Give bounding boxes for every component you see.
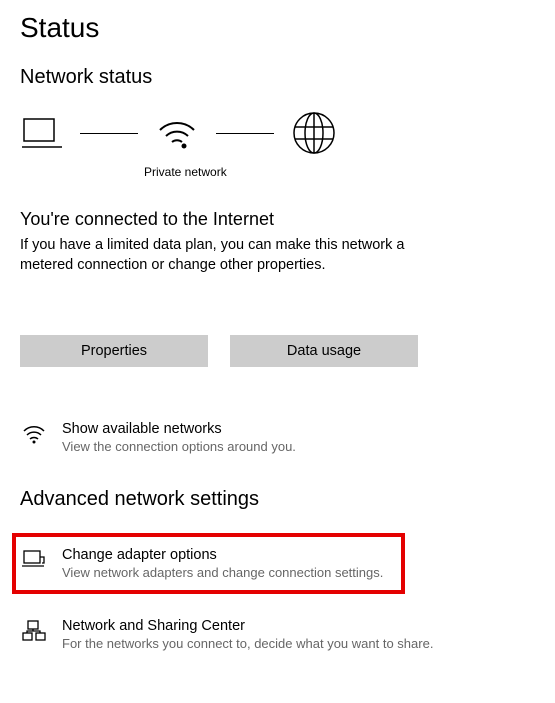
properties-button[interactable]: Properties xyxy=(20,335,208,367)
highlight-box: Change adapter options View network adap… xyxy=(12,533,405,594)
network-status-graphic xyxy=(20,111,535,155)
network-sharing-center[interactable]: Network and Sharing Center For the netwo… xyxy=(20,612,535,657)
wifi-small-icon xyxy=(22,421,46,445)
page-title: Status xyxy=(20,12,535,44)
connection-status-body: If you have a limited data plan, you can… xyxy=(20,236,460,275)
change-adapter-title: Change adapter options xyxy=(62,547,399,563)
sharing-center-desc: For the networks you connect to, decide … xyxy=(62,636,533,651)
show-networks-title: Show available networks xyxy=(62,421,533,437)
advanced-settings-heading: Advanced network settings xyxy=(20,488,535,511)
network-status-heading: Network status xyxy=(20,66,535,89)
data-usage-button[interactable]: Data usage xyxy=(230,335,418,367)
sharing-center-icon xyxy=(22,618,46,642)
sharing-center-title: Network and Sharing Center xyxy=(62,618,533,634)
show-networks-desc: View the connection options around you. xyxy=(62,439,533,454)
button-row: Properties Data usage xyxy=(20,335,535,367)
change-adapter-options[interactable]: Change adapter options View network adap… xyxy=(16,541,401,586)
show-available-networks[interactable]: Show available networks View the connect… xyxy=(20,415,535,460)
change-adapter-desc: View network adapters and change connect… xyxy=(62,565,399,580)
computer-icon xyxy=(22,117,62,149)
connection-line xyxy=(216,133,274,134)
connection-line xyxy=(80,133,138,134)
network-type-label: Private network xyxy=(144,165,535,179)
wifi-icon xyxy=(156,116,198,150)
connection-status-title: You're connected to the Internet xyxy=(20,209,535,230)
globe-icon xyxy=(292,111,336,155)
adapter-icon xyxy=(22,547,46,569)
